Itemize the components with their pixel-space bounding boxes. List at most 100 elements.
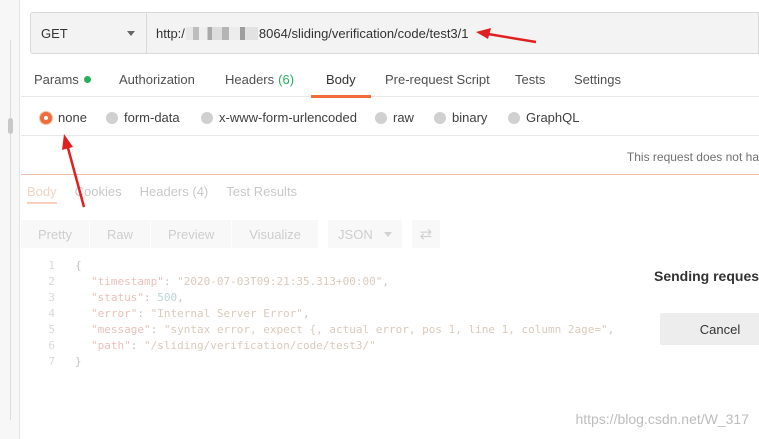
json-key: "error" xyxy=(91,307,138,320)
json-key: "timestamp" xyxy=(91,275,164,288)
pretty-button[interactable]: Pretty xyxy=(21,220,89,248)
radio-none[interactable]: none xyxy=(40,110,87,125)
sidebar-scrollbar[interactable] xyxy=(8,118,13,134)
tab-authorization[interactable]: Authorization xyxy=(119,62,195,97)
response-divider[interactable] xyxy=(21,174,759,175)
code-line: 3 "status": 500, xyxy=(21,290,661,306)
tab-authorization-label: Authorization xyxy=(119,72,195,87)
line-number: 1 xyxy=(48,259,55,272)
json-value: "syntax error, expect {, actual error, p… xyxy=(163,323,608,336)
radio-icon xyxy=(375,111,387,124)
tab-headers-label: Headers xyxy=(225,72,275,87)
response-toolbar: Pretty Raw Preview Visualize JSON ⇄ xyxy=(21,220,441,248)
radio-x-www-form-urlencoded[interactable]: x-www-form-urlencoded xyxy=(201,110,357,125)
preview-button[interactable]: Preview xyxy=(149,220,232,248)
visualize-button[interactable]: Visualize xyxy=(231,220,319,248)
method-select[interactable]: GET xyxy=(30,12,146,54)
rail-divider xyxy=(10,40,11,420)
no-body-notice: This request does not ha xyxy=(626,150,759,164)
code-text: "status": 500, xyxy=(91,291,184,304)
line-number: 2 xyxy=(48,275,55,288)
code-text: } xyxy=(75,355,82,368)
radio-icon xyxy=(201,111,213,124)
radio-icon xyxy=(434,111,446,124)
redacted-host xyxy=(185,26,258,40)
line-number: 4 xyxy=(48,307,55,320)
format-select[interactable]: JSON xyxy=(328,220,403,248)
watermark: https://blog.csdn.net/W_317 xyxy=(575,411,749,427)
cancel-button[interactable]: Cancel xyxy=(660,313,759,345)
code-text: "path": "/sliding/verification/code/test… xyxy=(91,339,376,352)
url-bar: GET http:/ 8064/sliding/verification/cod… xyxy=(30,12,759,54)
tab-pre-request-script[interactable]: Pre-request Script xyxy=(385,62,490,97)
params-indicator-dot xyxy=(83,76,91,83)
radio-graphql[interactable]: GraphQL xyxy=(508,110,579,125)
tab-body-label: Body xyxy=(326,72,356,87)
method-label: GET xyxy=(41,25,68,41)
radio-icon xyxy=(508,111,520,124)
radio-binary-label: binary xyxy=(452,110,488,125)
radio-urlencoded-label: x-www-form-urlencoded xyxy=(219,110,357,125)
json-key: "message" xyxy=(91,323,151,336)
json-key: "path" xyxy=(91,339,131,352)
radio-raw[interactable]: raw xyxy=(375,110,414,125)
radio-graphql-label: GraphQL xyxy=(526,110,580,125)
json-punct: , xyxy=(177,291,184,304)
tab-headers[interactable]: Headers (6) xyxy=(225,62,294,97)
request-tabs: Params Authorization Headers (6) Body Pr… xyxy=(21,62,759,98)
response-tab-body[interactable]: Body xyxy=(27,184,57,204)
radio-selected-icon xyxy=(40,111,52,124)
chevron-down-icon xyxy=(384,231,393,237)
chevron-down-icon xyxy=(127,30,135,36)
code-line: 5 "message": "syntax error, expect {, ac… xyxy=(21,322,661,338)
radio-form-data[interactable]: form-data xyxy=(106,110,180,125)
code-line: 1 { xyxy=(21,258,661,274)
code-text: "message": "syntax error, expect {, actu… xyxy=(91,323,615,336)
tab-params-label: Params xyxy=(34,72,79,87)
body-type-selector: none form-data x-www-form-urlencoded raw… xyxy=(21,100,759,136)
line-number: 3 xyxy=(48,291,55,304)
code-text: { xyxy=(75,259,82,272)
tab-pre-request-label: Pre-request Script xyxy=(385,72,490,87)
radio-none-label: none xyxy=(58,110,87,125)
response-tab-test-results[interactable]: Test Results xyxy=(226,184,297,204)
json-value: "/sliding/verification/code/test3/" xyxy=(144,339,376,352)
tab-headers-count: (6) xyxy=(278,72,295,87)
tab-params[interactable]: Params xyxy=(34,62,91,97)
json-punct: , xyxy=(302,307,310,320)
left-sidebar-rail xyxy=(0,0,20,439)
tab-tests-label: Tests xyxy=(515,72,546,87)
url-prefix: http:/ xyxy=(156,25,185,41)
radio-raw-label: raw xyxy=(393,110,414,125)
json-value: 500 xyxy=(157,291,178,304)
response-tab-headers[interactable]: Headers (4) xyxy=(140,184,209,204)
json-value: "Internal Server Error" xyxy=(150,307,303,320)
code-text: "timestamp": "2020-07-03T09:21:35.313+00… xyxy=(91,275,390,288)
code-line: 6 "path": "/sliding/verification/code/te… xyxy=(21,338,661,354)
wrap-lines-icon: ⇄ xyxy=(419,226,433,243)
sending-request-title: Sending reques xyxy=(654,268,759,284)
response-tab-cookies[interactable]: Cookies xyxy=(75,184,122,204)
tab-tests[interactable]: Tests xyxy=(515,62,545,97)
code-line: 4 "error": "Internal Server Error", xyxy=(21,306,661,322)
radio-binary[interactable]: binary xyxy=(434,110,487,125)
raw-button[interactable]: Raw xyxy=(88,220,150,248)
response-tabs: Body Cookies Headers (4) Test Results xyxy=(27,184,315,204)
json-key: "status" xyxy=(91,291,144,304)
radio-icon xyxy=(106,111,118,124)
line-number: 6 xyxy=(48,339,55,352)
url-input[interactable]: http:/ 8064/sliding/verification/code/te… xyxy=(146,12,759,54)
request-panel: GET http:/ 8064/sliding/verification/cod… xyxy=(21,0,759,439)
code-line: 2 "timestamp": "2020-07-03T09:21:35.313+… xyxy=(21,274,661,290)
json-value: "2020-07-03T09:21:35.313+00:00" xyxy=(177,275,383,288)
response-code-viewer: 1 { 2 "timestamp": "2020-07-03T09:21:35.… xyxy=(21,258,661,370)
radio-form-data-label: form-data xyxy=(124,110,180,125)
tab-settings[interactable]: Settings xyxy=(574,62,621,97)
format-label: JSON xyxy=(338,226,373,242)
json-punct: , xyxy=(607,323,615,336)
line-number: 5 xyxy=(48,323,55,336)
tab-body[interactable]: Body xyxy=(311,62,371,98)
wrap-lines-button[interactable]: ⇄ xyxy=(412,220,441,248)
url-suffix: 8064/sliding/verification/code/test3/1 xyxy=(258,25,469,41)
code-text: "error": "Internal Server Error", xyxy=(91,307,310,320)
